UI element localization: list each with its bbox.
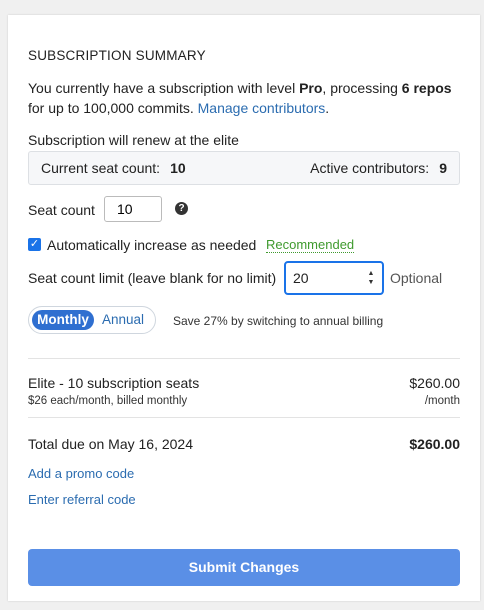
current-seat-count: Current seat count: 10 — [41, 160, 186, 176]
subscription-intro: You currently have a subscription with l… — [28, 78, 468, 118]
current-seat-label: Current seat count: — [41, 160, 161, 176]
renewal-text: Subscription will renew at the elite — [28, 132, 239, 148]
spinner-icon[interactable]: ▲ ▼ — [366, 269, 376, 287]
enter-referral-code-link[interactable]: Enter referral code — [28, 492, 136, 507]
line-item-subtitle: $26 each/month, billed monthly — [28, 395, 188, 407]
line-item-title: Elite - 10 subscription seats — [28, 375, 200, 391]
active-contributors-value: 9 — [439, 160, 447, 176]
intro-end: . — [325, 100, 330, 116]
subscription-card: SUBSCRIPTION SUMMARY You currently have … — [8, 15, 480, 601]
auto-increase-row: ✓ Automatically increase as needed Recom… — [28, 235, 468, 255]
submit-changes-button[interactable]: Submit Changes — [28, 549, 460, 586]
seat-count-label: Seat count — [28, 202, 95, 218]
manage-contributors-link[interactable]: Manage contributors — [198, 100, 326, 116]
annual-option[interactable]: Annual — [102, 310, 144, 330]
total-row: Total due on May 16, 2024 $260.00 — [28, 436, 460, 456]
total-amount: $260.00 — [409, 436, 460, 452]
optional-label: Optional — [390, 270, 443, 286]
line-item-price: $260.00 — [409, 375, 460, 391]
add-promo-code-link[interactable]: Add a promo code — [28, 466, 134, 481]
active-contributors: Active contributors: 9 — [310, 160, 447, 176]
active-contributors-label: Active contributors: — [310, 160, 430, 176]
current-seat-value: 10 — [170, 160, 186, 176]
total-label: Total due on May 16, 2024 — [28, 436, 194, 452]
monthly-option[interactable]: Monthly — [32, 310, 94, 330]
line-item-period: /month — [424, 395, 460, 407]
seat-limit-row: Seat count limit (leave blank for no lim… — [28, 261, 468, 297]
auto-increase-label[interactable]: Automatically increase as needed — [47, 237, 256, 253]
section-heading: SUBSCRIPTION SUMMARY — [28, 48, 206, 63]
intro-repos: 6 repos — [401, 80, 452, 96]
seat-count-row: Seat count ? — [28, 196, 468, 224]
divider — [28, 358, 460, 359]
auto-increase-checkbox[interactable]: ✓ — [28, 238, 41, 251]
intro-suffix: for up to 100,000 commits. — [28, 100, 198, 116]
annual-savings-note: Save 27% by switching to annual billing — [173, 314, 384, 328]
intro-level: Pro — [299, 80, 323, 96]
seat-info-box: Current seat count: 10 Active contributor… — [28, 151, 460, 185]
seat-limit-input[interactable]: 20 ▲ ▼ — [284, 261, 384, 295]
intro-mid: , processing — [322, 80, 402, 96]
recommended-badge: Recommended — [266, 237, 355, 253]
seat-limit-value: 20 — [293, 270, 309, 286]
seat-count-input[interactable] — [104, 196, 162, 222]
billing-period-toggle: Monthly Annual — [28, 306, 156, 334]
divider — [28, 417, 460, 418]
seat-limit-label: Seat count limit (leave blank for no lim… — [28, 270, 277, 286]
intro-prefix: You currently have a subscription with l… — [28, 80, 300, 96]
line-item: Elite - 10 subscription seats $26 each/m… — [28, 375, 460, 411]
question-circle-icon[interactable]: ? — [175, 202, 188, 215]
